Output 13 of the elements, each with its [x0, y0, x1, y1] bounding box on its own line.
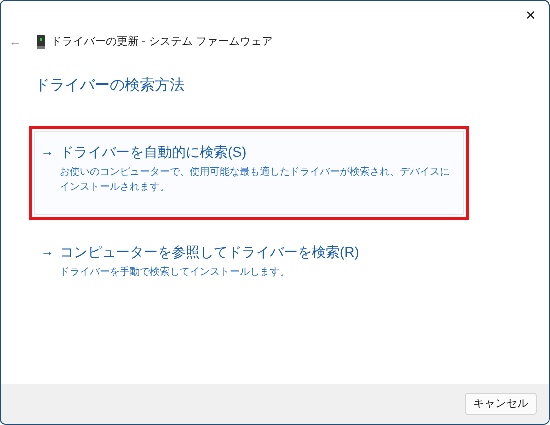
- page-heading: ドライバーの検索方法: [35, 76, 186, 96]
- option-title: ドライバーを自動的に検索(S): [60, 142, 247, 162]
- option-card[interactable]: → コンピューターを参照してドライバーを検索(R) ドライバーを手動で検索してインストールします。: [34, 238, 464, 280]
- option-title: コンピューターを参照してドライバーを検索(R): [60, 242, 360, 262]
- close-button[interactable]: ✕: [513, 1, 549, 31]
- cancel-button[interactable]: キャンセル: [465, 393, 537, 415]
- arrow-icon: →: [41, 142, 54, 162]
- option-description: ドライバーを手動で検索してインストールします。: [59, 266, 291, 280]
- option-card[interactable]: → ドライバーを自動的に検索(S) お使いのコンピューターで、使用可能な最も適したドライバーが検索され、デバイスにインストールされます。: [34, 130, 464, 214]
- window-title: ドライバーの更新 - システム ファームウェア: [51, 34, 273, 50]
- option-description: お使いのコンピューターで、使用可能な最も適したドライバーが検索され、デバイスにインストールされます。: [59, 166, 451, 194]
- arrow-icon: →: [41, 242, 54, 262]
- device-icon: [37, 35, 45, 49]
